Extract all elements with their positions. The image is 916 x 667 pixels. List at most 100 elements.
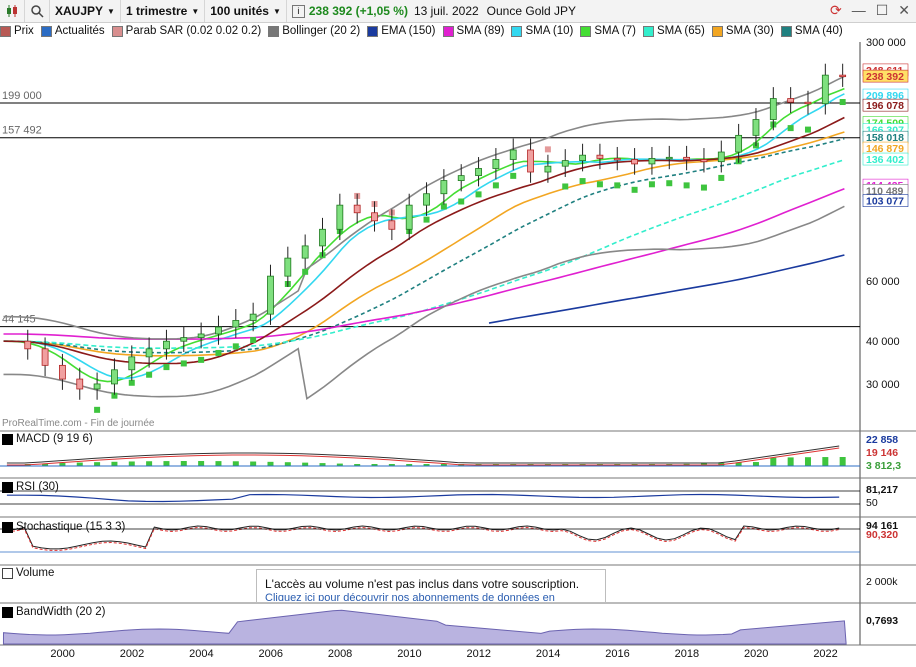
notice-link[interactable]: Cliquez ici pour découvrir nos abonnemen… bbox=[265, 592, 585, 601]
x-tick-label: 2006 bbox=[258, 648, 282, 660]
sar-dot bbox=[666, 180, 673, 187]
sar-dot bbox=[804, 126, 811, 133]
stoch-k-line bbox=[6, 525, 840, 550]
sar-dot bbox=[579, 178, 586, 185]
candle-body bbox=[163, 340, 170, 350]
price-chart[interactable]: 199 000 157 492 44 145 300 000 60 000 40 000… bbox=[0, 0, 916, 667]
sar-dot bbox=[146, 371, 153, 378]
candle-body bbox=[319, 228, 326, 247]
y-tick-label: 60 000 bbox=[866, 276, 900, 288]
sar-dot bbox=[492, 182, 499, 189]
sar-dot bbox=[232, 343, 239, 350]
x-tick-label: 2010 bbox=[397, 648, 421, 660]
rsi-swatch bbox=[2, 481, 13, 493]
sma-30-line bbox=[3, 131, 845, 357]
sar-dot bbox=[544, 146, 551, 153]
candle-body bbox=[648, 157, 656, 165]
sar-dot bbox=[787, 125, 794, 132]
macd-bar bbox=[250, 461, 257, 466]
candle-body bbox=[596, 154, 604, 159]
sar-dot bbox=[475, 191, 482, 198]
candle-body bbox=[267, 275, 274, 315]
candle-body bbox=[93, 383, 101, 390]
x-tick-label: 2008 bbox=[328, 648, 352, 660]
sar-dot bbox=[302, 268, 309, 275]
candle-body bbox=[128, 356, 136, 371]
ema-150-line bbox=[488, 254, 845, 324]
candle-body bbox=[544, 165, 552, 173]
candle-body bbox=[735, 134, 743, 153]
macd-bar bbox=[804, 457, 811, 466]
bandwidth-panel-label[interactable]: BandWidth (20 2) bbox=[2, 606, 106, 618]
x-tick-label: 2012 bbox=[467, 648, 491, 660]
macd-bar bbox=[284, 462, 291, 466]
candle-body bbox=[41, 348, 49, 366]
sar-dot bbox=[614, 182, 621, 189]
sar-dot bbox=[458, 198, 465, 205]
sar-dot bbox=[562, 183, 569, 190]
candle-body bbox=[561, 160, 569, 167]
candle-body bbox=[613, 157, 621, 161]
macd-swatch bbox=[2, 433, 13, 445]
candle-body bbox=[839, 74, 847, 78]
candle-body bbox=[665, 156, 673, 160]
rsi-panel-label[interactable]: RSI (30) bbox=[2, 481, 59, 493]
price-label: 196 078 bbox=[866, 100, 904, 112]
volume-swatch bbox=[2, 567, 13, 579]
macd-line bbox=[6, 445, 840, 464]
candle-body bbox=[215, 326, 222, 335]
macd-bar bbox=[180, 461, 187, 466]
candle-body bbox=[769, 98, 777, 120]
x-tick-label: 2018 bbox=[675, 648, 699, 660]
macd-bar bbox=[770, 457, 777, 466]
y-tick-label: 300 000 bbox=[866, 37, 906, 49]
macd-bar bbox=[111, 461, 118, 466]
price-label: 103 077 bbox=[866, 196, 904, 208]
bandwidth-area bbox=[2, 609, 847, 645]
sar-dot bbox=[839, 99, 846, 106]
candle-body bbox=[371, 212, 378, 222]
macd-bar bbox=[163, 461, 170, 466]
bandwidth-value-label: 0,7693 bbox=[866, 615, 898, 627]
price-label: 238 392 bbox=[866, 71, 904, 83]
macd-bar bbox=[146, 461, 153, 466]
level-label: 199 000 bbox=[2, 90, 42, 102]
macd-value-label: 19 146 bbox=[866, 447, 898, 459]
y-tick-label: 40 000 bbox=[866, 336, 900, 348]
candle-body bbox=[336, 204, 344, 230]
sar-dot bbox=[94, 406, 101, 413]
notice-title: L'accès au volume n'est pas inclus dans … bbox=[265, 577, 580, 591]
sar-dot bbox=[180, 360, 187, 367]
macd-bar bbox=[94, 462, 101, 466]
x-tick-label: 2014 bbox=[536, 648, 560, 660]
macd-bar bbox=[822, 457, 829, 466]
x-tick-label: 2020 bbox=[744, 648, 768, 660]
candle-body bbox=[475, 168, 482, 177]
macd-label: MACD (9 19 6) bbox=[16, 433, 93, 445]
sar-dot bbox=[683, 182, 690, 189]
sma-89-line bbox=[3, 187, 845, 340]
stoch-label: Stochastique (15 3 3) bbox=[16, 521, 126, 533]
macd-bar bbox=[215, 461, 222, 466]
macd-bar bbox=[76, 462, 83, 466]
candle-body bbox=[232, 320, 240, 328]
candle-body bbox=[405, 204, 413, 230]
bandwidth-label: BandWidth (20 2) bbox=[16, 606, 106, 618]
candle-body bbox=[249, 313, 257, 321]
x-tick-label: 2000 bbox=[50, 648, 74, 660]
candle-body bbox=[145, 348, 153, 358]
volume-subscription-notice: L'accès au volume n'est pas inclus dans … bbox=[256, 569, 606, 603]
candle-body bbox=[197, 333, 205, 338]
candle-body bbox=[804, 101, 812, 105]
candle-body bbox=[76, 378, 84, 390]
macd-bar bbox=[267, 461, 274, 466]
sar-dot bbox=[215, 349, 222, 356]
volume-panel-label[interactable]: Volume bbox=[2, 567, 54, 579]
sar-dot bbox=[718, 174, 725, 181]
candle-body bbox=[423, 193, 430, 206]
sar-dot bbox=[128, 379, 135, 386]
macd-bar bbox=[128, 461, 135, 466]
macd-panel-label[interactable]: MACD (9 19 6) bbox=[2, 433, 93, 445]
stoch-panel-label[interactable]: Stochastique (15 3 3) bbox=[2, 521, 125, 533]
sar-dot bbox=[648, 181, 655, 188]
